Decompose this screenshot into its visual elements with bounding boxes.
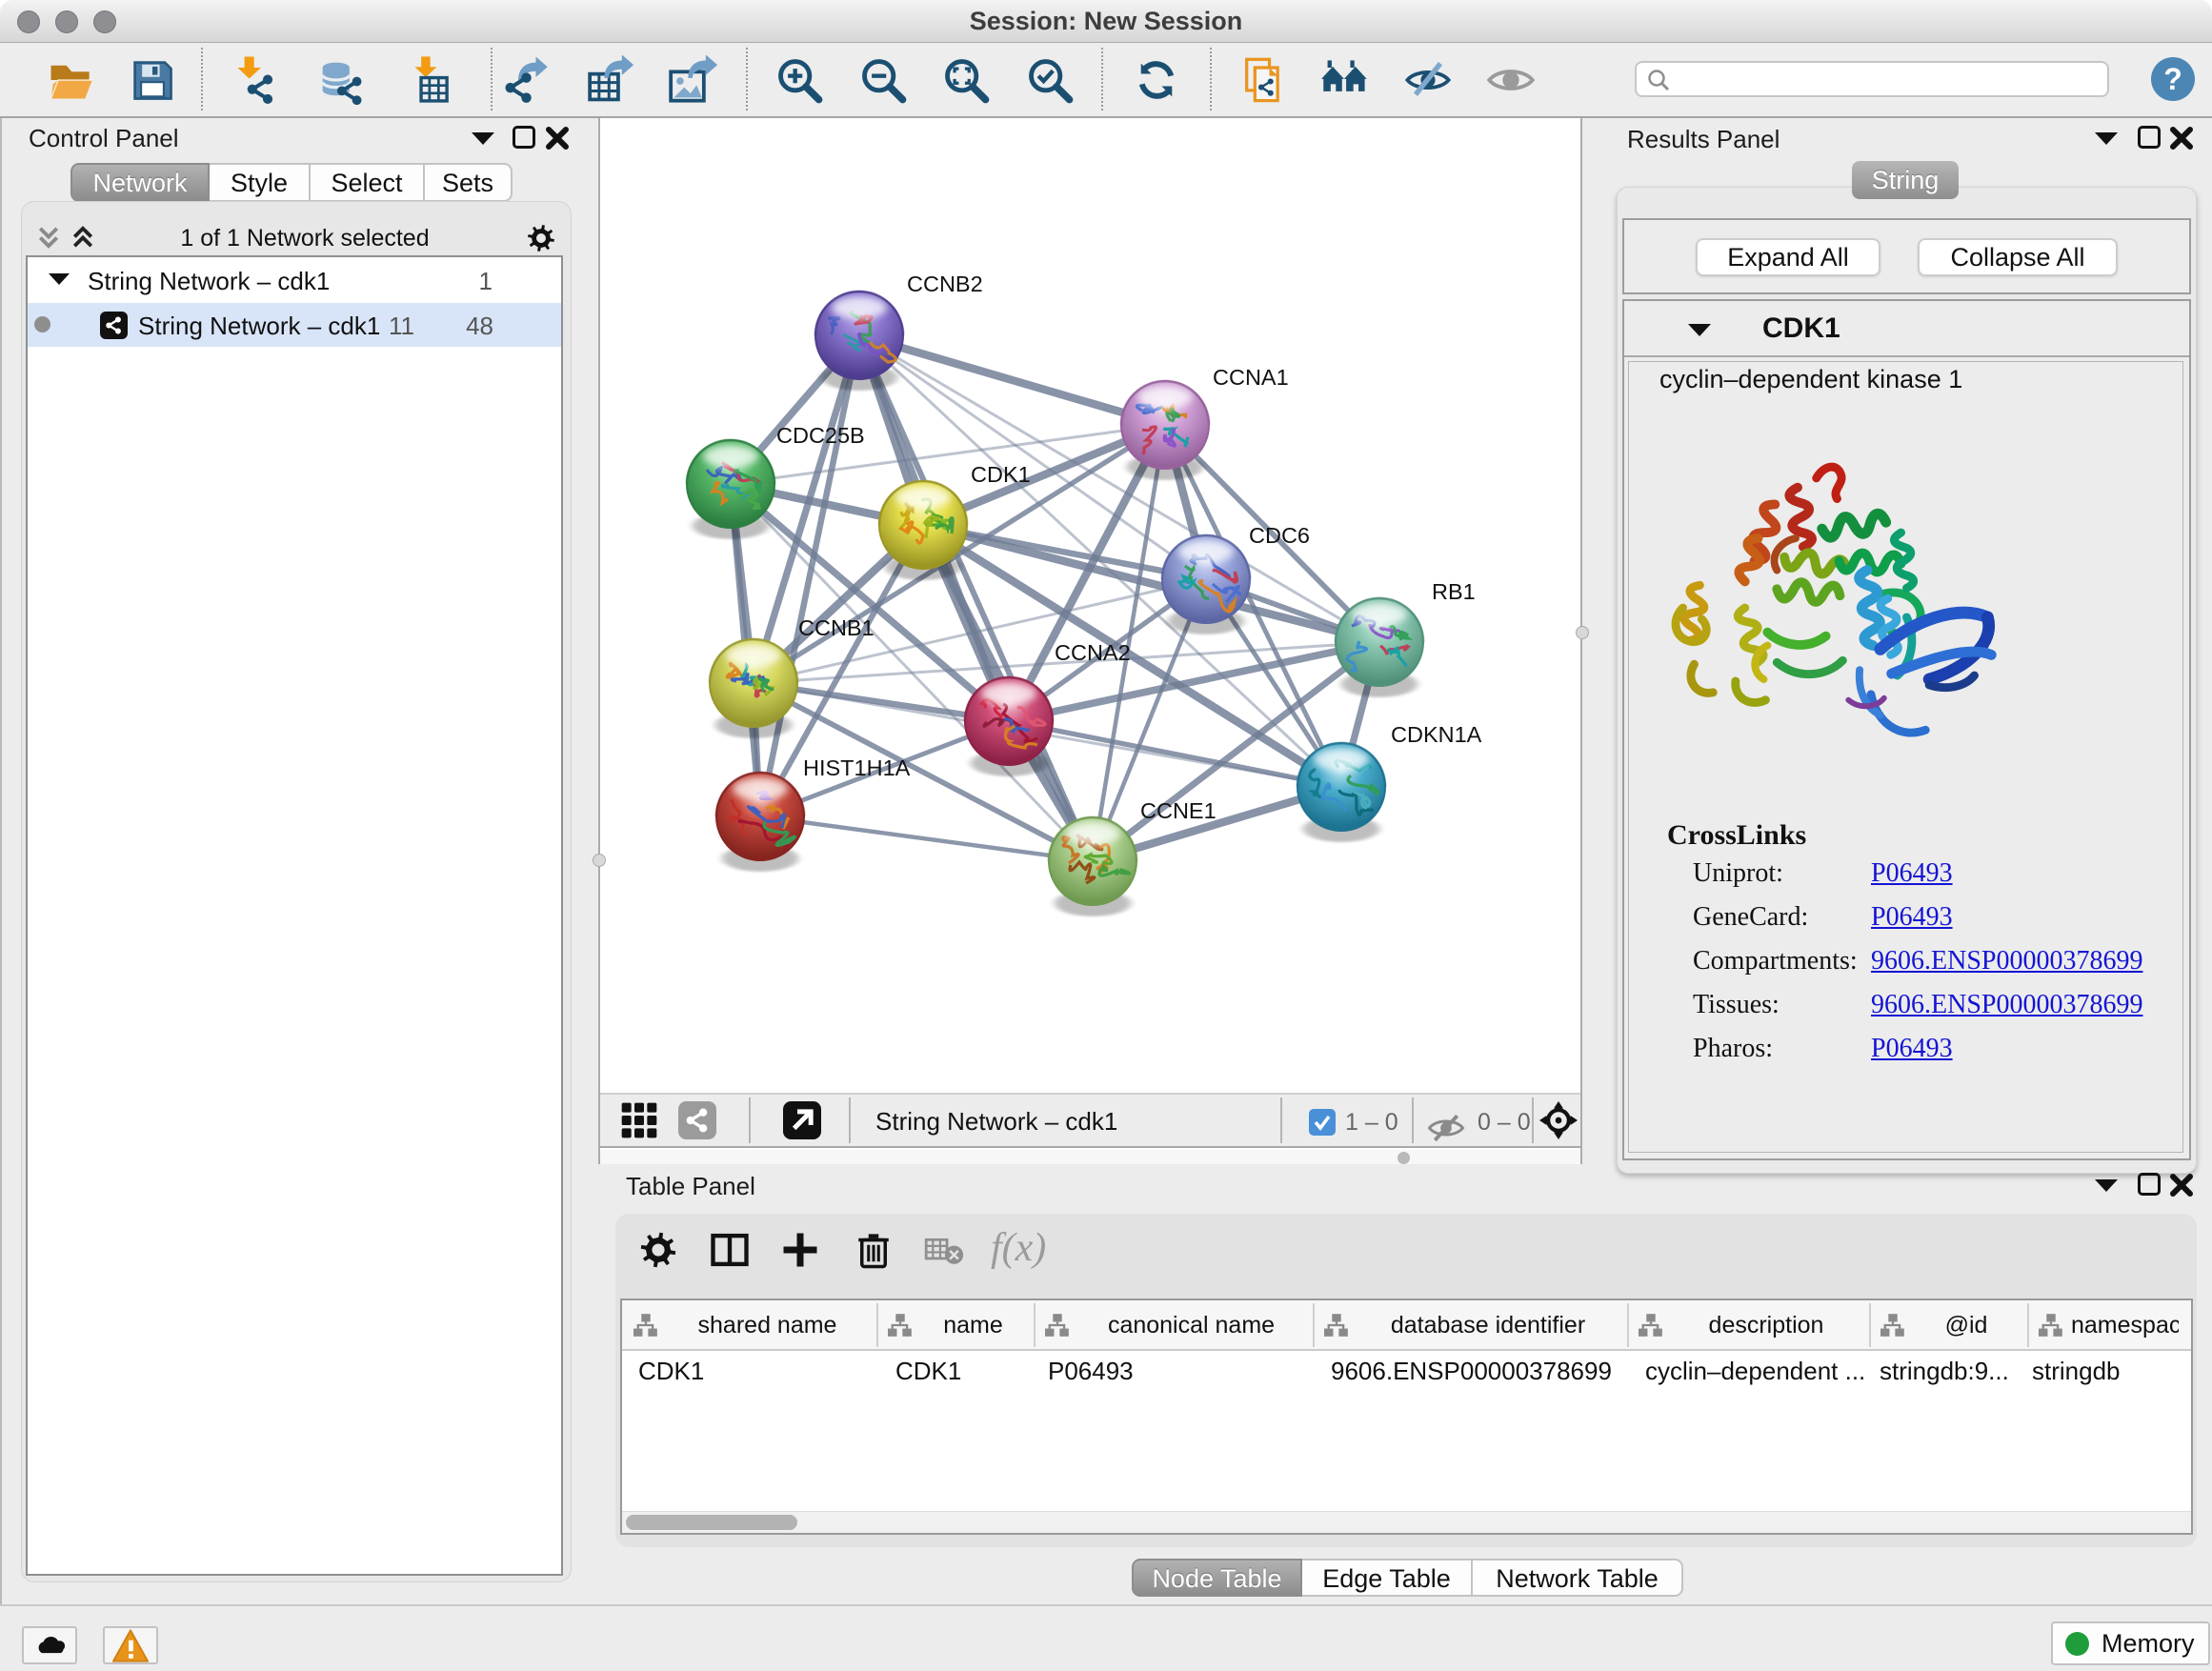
svg-text:CCNE1: CCNE1 xyxy=(1140,798,1217,823)
svg-text:CDC25B: CDC25B xyxy=(776,423,865,448)
svg-text:HIST1H1A: HIST1H1A xyxy=(803,755,911,780)
svg-text:CDK1: CDK1 xyxy=(971,462,1031,487)
svg-text:CDKN1A: CDKN1A xyxy=(1391,722,1482,747)
svg-text:CCNB1: CCNB1 xyxy=(798,615,875,640)
svg-text:RB1: RB1 xyxy=(1432,579,1476,604)
svg-text:CCNB2: CCNB2 xyxy=(907,272,983,296)
svg-text:CDC6: CDC6 xyxy=(1249,523,1310,548)
svg-text:CCNA2: CCNA2 xyxy=(1055,640,1131,665)
svg-text:CCNA1: CCNA1 xyxy=(1213,365,1289,390)
